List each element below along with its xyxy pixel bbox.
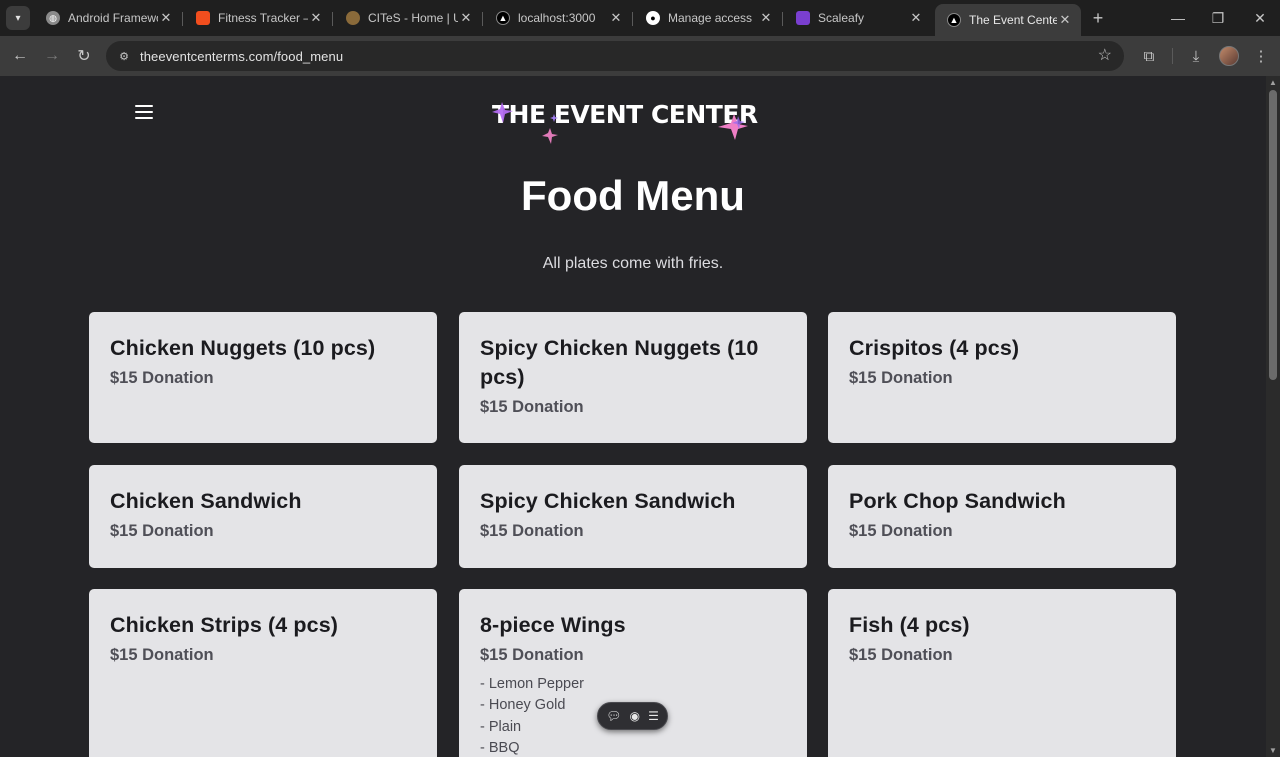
menu-item-name: Pork Chop Sandwich <box>849 489 1066 513</box>
close-icon[interactable]: ✕ <box>758 10 774 26</box>
tab-fitness-tracker[interactable]: Fitness Tracker – F ✕ <box>184 4 333 32</box>
download-icon: ⤓ <box>1192 47 1200 65</box>
menu-item-price: $15 Donation <box>480 646 584 664</box>
site-logo[interactable]: THE EVENT CENTER <box>490 96 780 156</box>
menu-item-price: $15 Donation <box>110 369 214 387</box>
menu-card: Chicken Sandwich $15 Donation <box>89 465 437 568</box>
tab-localhost[interactable]: ▲ localhost:3000 ✕ <box>484 4 633 32</box>
scroll-up-arrow-icon[interactable]: ▲ <box>1269 78 1277 87</box>
menu-item-price: $15 Donation <box>849 646 953 664</box>
url-text[interactable]: theeventcenterms.com/food_menu <box>140 49 343 64</box>
plus-icon: + <box>1092 7 1104 28</box>
arrow-left-icon: ← <box>12 47 28 64</box>
menu-button[interactable]: ⋮ <box>1249 44 1273 68</box>
triangle-icon: ▲ <box>947 13 961 27</box>
reload-icon: ↻ <box>77 48 91 65</box>
extensions-button[interactable]: ⧉ <box>1137 44 1161 68</box>
address-bar[interactable]: ⚙ theeventcenterms.com/food_menu ☆ <box>106 41 1124 71</box>
scrollbar-thumb[interactable] <box>1269 90 1277 380</box>
menu-card: 8-piece Wings $15 Donation - Lemon Peppe… <box>459 589 807 757</box>
menu-item-price: $15 Donation <box>110 646 214 664</box>
tab-separator <box>182 12 183 26</box>
toolbar-divider <box>1172 48 1173 64</box>
flavor-item: - BBQ <box>480 739 520 756</box>
menu-card: Spicy Chicken Nuggets (10 pcs) $15 Donat… <box>459 312 807 443</box>
menu-item-price: $15 Donation <box>849 369 953 387</box>
tab-separator <box>482 12 483 26</box>
close-window-button[interactable]: ✕ <box>1240 6 1280 30</box>
menu-card: Fish (4 pcs) $15 Donation <box>828 589 1176 757</box>
scroll-down-arrow-icon[interactable]: ▼ <box>1269 746 1277 755</box>
menu-item-price: $15 Donation <box>849 522 953 540</box>
menu-item-price: $15 Donation <box>480 522 584 540</box>
hamburger-menu-icon[interactable] <box>134 104 154 120</box>
tab-cites-home[interactable]: CITeS - Home | Un ✕ <box>334 4 483 32</box>
minimize-icon: — <box>1171 10 1185 26</box>
close-icon[interactable]: ✕ <box>1057 12 1073 28</box>
tab-the-event-center[interactable]: ▲ The Event Center ✕ <box>935 4 1081 36</box>
page-scrollbar[interactable]: ▲ ▼ <box>1266 76 1280 757</box>
triangle-icon: ▲ <box>496 11 510 25</box>
chevron-down-icon: ▾ <box>15 12 21 24</box>
menu-card: Pork Chop Sandwich $15 Donation <box>828 465 1176 568</box>
menu-card: Chicken Nuggets (10 pcs) $15 Donation <box>89 312 437 443</box>
menu-item-name: Spicy Chicken Sandwich <box>480 489 736 513</box>
tab-separator <box>632 12 633 26</box>
tab-android-framework[interactable]: ◍ Android Framewor ✕ <box>34 4 183 32</box>
tab-strip: ▾ ◍ Android Framewor ✕ Fitness Tracker –… <box>0 0 1280 36</box>
bookmark-star-icon[interactable]: ☆ <box>1098 47 1112 65</box>
page-subtitle: All plates come with fries. <box>542 255 724 272</box>
tab-manage-access[interactable]: ● Manage access ✕ <box>634 4 783 32</box>
new-tab-button[interactable]: + <box>1088 8 1108 28</box>
close-icon[interactable]: ✕ <box>458 10 474 26</box>
menu-card: Spicy Chicken Sandwich $15 Donation <box>459 465 807 568</box>
menu-item-name: 8-piece Wings <box>480 613 626 637</box>
tab-separator <box>332 12 333 26</box>
menu-item-name: Crispitos (4 pcs) <box>849 336 1020 360</box>
menu-card: Chicken Strips (4 pcs) $15 Donation <box>89 589 437 757</box>
github-icon: ● <box>646 11 660 25</box>
flavor-item: - Lemon Pepper <box>480 676 584 692</box>
comment-icon[interactable]: 💬︎ <box>606 709 621 723</box>
back-button[interactable]: ← <box>8 44 32 68</box>
kebab-menu-icon: ⋮ <box>1253 48 1269 65</box>
crest-icon <box>346 11 360 25</box>
close-icon[interactable]: ✕ <box>158 10 174 26</box>
downloads-button[interactable]: ⤓ <box>1184 44 1208 68</box>
floating-toolbar: 💬︎ ◉ ☰ <box>597 702 668 730</box>
menu-item-name: Fish (4 pcs) <box>849 613 970 637</box>
sparkle-icon <box>492 102 748 144</box>
menu-item-price: $15 Donation <box>480 398 584 416</box>
page-title: Food Menu <box>521 172 745 219</box>
list-menu-icon[interactable]: ☰ <box>648 709 659 723</box>
globe-icon: ◍ <box>46 11 60 25</box>
minimize-button[interactable]: — <box>1158 6 1198 30</box>
close-icon[interactable]: ✕ <box>608 10 624 26</box>
figma-icon <box>196 11 210 25</box>
profile-avatar[interactable] <box>1219 46 1239 66</box>
close-icon[interactable]: ✕ <box>908 10 924 26</box>
page-viewport: THE EVENT CENTER Food Menu All plates co… <box>0 76 1266 757</box>
menu-item-name: Spicy Chicken Nuggets (10 pcs) <box>480 336 759 389</box>
restore-button[interactable]: ❐ <box>1198 6 1238 30</box>
site-info-icon[interactable]: ⚙ <box>114 46 134 66</box>
forward-button[interactable]: → <box>40 44 64 68</box>
reload-button[interactable]: ↻ <box>72 44 96 68</box>
close-icon[interactable]: ✕ <box>308 10 324 26</box>
menu-item-name: Chicken Sandwich <box>110 489 302 513</box>
menu-card: Crispitos (4 pcs) $15 Donation <box>828 312 1176 443</box>
tab-search-button[interactable]: ▾ <box>6 6 30 30</box>
puzzle-icon: ⧉ <box>1143 47 1155 65</box>
arrow-right-icon: → <box>44 47 60 64</box>
menu-item-name: Chicken Strips (4 pcs) <box>110 613 339 637</box>
restore-icon: ❐ <box>1211 9 1225 26</box>
close-icon: ✕ <box>1254 9 1266 26</box>
scaleafy-icon <box>796 11 810 25</box>
tab-separator <box>782 12 783 26</box>
menu-item-name: Chicken Nuggets (10 pcs) <box>110 336 376 360</box>
tab-scaleafy[interactable]: Scaleafy ✕ <box>784 4 932 32</box>
browser-toolbar: ← → ↻ ⚙ theeventcenterms.com/food_menu ☆… <box>0 36 1280 76</box>
toggle-icon[interactable]: ◉ <box>629 709 639 723</box>
menu-item-price: $15 Donation <box>110 522 214 540</box>
